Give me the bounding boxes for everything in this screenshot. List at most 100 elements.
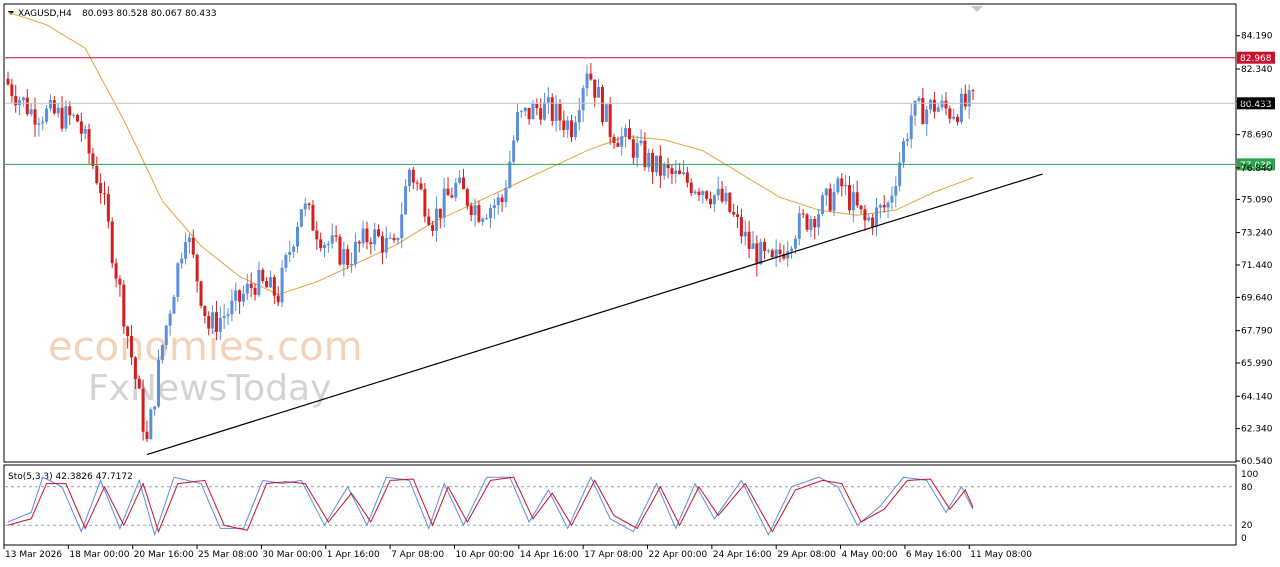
candle-body bbox=[404, 186, 408, 215]
candle-body bbox=[581, 88, 585, 111]
chart-svg[interactable]: economies.com FxNewsToday XAGUSD,H4 80.0… bbox=[0, 0, 1280, 567]
candle-body bbox=[871, 217, 875, 227]
candle-body bbox=[438, 208, 442, 218]
candle-body bbox=[431, 224, 435, 231]
candle-body bbox=[180, 258, 184, 264]
candle-body bbox=[168, 313, 172, 326]
x-tick-label: 4 May 00:00 bbox=[842, 550, 898, 560]
y-tick-label: 84.190 bbox=[1241, 32, 1273, 42]
candle-body bbox=[593, 79, 597, 98]
stoch-level-label: 80 bbox=[1241, 483, 1253, 493]
stoch-level-label: 0 bbox=[1241, 534, 1247, 544]
candle-body bbox=[940, 100, 944, 108]
candle-body bbox=[261, 269, 265, 282]
candle-body bbox=[766, 250, 770, 252]
candle-body bbox=[720, 188, 724, 202]
candle-body bbox=[326, 243, 330, 246]
candle-body bbox=[543, 102, 547, 120]
x-tick-label: 11 May 08:00 bbox=[970, 550, 1032, 560]
y-tick-label: 62.340 bbox=[1241, 425, 1273, 435]
candle-body bbox=[878, 205, 882, 208]
candle-body bbox=[662, 164, 666, 176]
candle-body bbox=[589, 73, 593, 80]
candle-body bbox=[790, 248, 794, 252]
candle-body bbox=[157, 360, 161, 407]
y-tick-label: 60.540 bbox=[1241, 457, 1273, 467]
candle-body bbox=[87, 129, 91, 154]
candle-body bbox=[195, 254, 199, 282]
candle-body bbox=[597, 86, 601, 98]
candle-body bbox=[450, 195, 454, 198]
candle-body bbox=[793, 238, 797, 249]
stochastic-panel-frame bbox=[3, 464, 1237, 546]
candle-body bbox=[334, 235, 338, 237]
candle-body bbox=[400, 214, 404, 239]
candle-body bbox=[678, 170, 682, 175]
x-tick-label: 20 Mar 16:00 bbox=[134, 550, 194, 560]
candle-body bbox=[627, 128, 631, 140]
candle-body bbox=[519, 111, 523, 113]
candle-body bbox=[423, 189, 427, 217]
y-tick-label: 71.440 bbox=[1241, 261, 1273, 271]
candle-body bbox=[357, 241, 361, 244]
candle-body bbox=[712, 195, 716, 205]
x-tick-label: 14 Apr 16:00 bbox=[520, 550, 579, 560]
candle-body bbox=[917, 98, 921, 101]
candle-body bbox=[844, 185, 848, 187]
candle-body bbox=[241, 293, 245, 302]
candle-body bbox=[303, 203, 307, 210]
candle-body bbox=[905, 139, 909, 142]
candle-body bbox=[118, 278, 122, 285]
y-tick-label: 67.790 bbox=[1241, 327, 1273, 337]
candle-body bbox=[199, 281, 203, 306]
candle-body bbox=[886, 202, 890, 208]
candle-body bbox=[45, 108, 49, 122]
candle-body bbox=[512, 140, 516, 162]
candle-body bbox=[643, 140, 647, 168]
candle-body bbox=[635, 143, 639, 158]
x-tick-label: 10 Apr 00:00 bbox=[455, 550, 514, 560]
candle-body bbox=[647, 152, 651, 168]
candle-body bbox=[898, 162, 902, 187]
x-tick-label: 25 Mar 08:00 bbox=[198, 550, 258, 560]
candle-body bbox=[504, 187, 508, 203]
candle-body bbox=[377, 229, 381, 237]
y-tick-label: 75.090 bbox=[1241, 195, 1273, 205]
candle-body bbox=[539, 108, 543, 120]
candle-body bbox=[268, 277, 272, 288]
candle-body bbox=[639, 140, 643, 144]
candle-body bbox=[342, 249, 346, 265]
y-tick-label: 80.540 bbox=[1241, 97, 1273, 107]
candle-body bbox=[489, 208, 492, 219]
candle-body bbox=[948, 108, 952, 119]
stoch-level-label: 100 bbox=[1241, 470, 1258, 480]
candle-body bbox=[473, 205, 477, 215]
level-tag-label: 82.968 bbox=[1240, 54, 1272, 64]
candle-body bbox=[114, 263, 118, 279]
candle-body bbox=[33, 109, 37, 125]
candle-body bbox=[350, 264, 354, 266]
candle-body bbox=[728, 192, 732, 212]
candle-body bbox=[311, 205, 315, 231]
candle-body bbox=[249, 283, 253, 289]
candle-body bbox=[330, 235, 334, 244]
candle-body bbox=[612, 136, 616, 144]
candle-body bbox=[245, 283, 249, 294]
candle-body bbox=[855, 192, 859, 206]
candle-body bbox=[149, 409, 153, 440]
y-tick-label: 73.240 bbox=[1241, 229, 1273, 239]
candle-body bbox=[674, 170, 678, 175]
y-tick-label: 76.840 bbox=[1241, 164, 1273, 174]
candle-body bbox=[172, 296, 176, 314]
candle-body bbox=[554, 103, 558, 121]
candle-body bbox=[75, 114, 79, 122]
candle-body bbox=[230, 300, 234, 315]
candle-body bbox=[523, 107, 527, 112]
candle-body bbox=[786, 251, 790, 259]
candle-body bbox=[894, 186, 898, 196]
candle-body bbox=[550, 97, 554, 121]
candle-body bbox=[56, 107, 60, 114]
watermark-economies: economies.com bbox=[48, 324, 363, 370]
candle-body bbox=[697, 191, 701, 195]
candle-body bbox=[813, 218, 817, 228]
